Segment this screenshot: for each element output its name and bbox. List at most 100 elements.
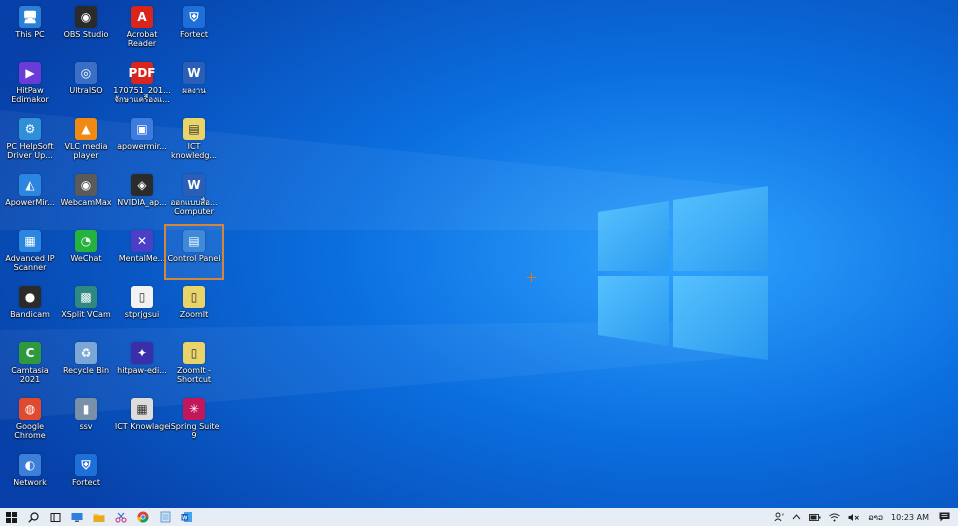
desktop-icon[interactable]: ◍ Google Chrome [2,394,58,446]
desktop-icon-glyph: ◉ [75,174,97,196]
desktop-icon[interactable]: ▦ ICT Knowlage [114,394,170,446]
desktop-icon-label: Control Panel [167,254,221,263]
desktop-icon-glyph: ▩ [75,286,97,308]
taskbar-app-snip[interactable] [110,508,132,526]
desktop-icon-label: Camtasia 2021 [11,366,49,384]
search-button[interactable] [22,508,44,526]
desktop-icon-label: ออกแบบสื่อ... Computer [170,198,218,216]
desktop-icon-label: iSpring Suite 9 [168,422,220,440]
desktop-icon[interactable]: ✦ hitpaw-edi... [114,338,170,390]
desktop-icon[interactable]: ▣ apowermir... [114,114,170,166]
desktop-icon-label: This PC [15,30,45,39]
taskbar-app-desktop[interactable] [66,508,88,526]
desktop-icon[interactable]: A Acrobat Reader [114,2,170,54]
desktop-icon-glyph: ⛨ [75,454,97,476]
start-button[interactable] [0,508,22,526]
desktop-icon-glyph: ▯ [183,342,205,364]
desktop-icon[interactable]: ▶ HitPaw Edimakor [2,58,58,110]
desktop-icon-label: NVIDIA_ap... [117,198,167,207]
desktop-icon[interactable]: ▯ ZoomIt [166,282,222,334]
battery-button[interactable] [805,508,825,526]
desktop-icon-label: Recycle Bin [62,366,110,375]
desktop-icon[interactable]: ▮ ssv [58,394,114,446]
svg-text:W: W [182,515,188,521]
taskbar: W R ລາວ 10:23 AM [0,508,958,526]
desktop-icon-label: PC HelpSoft Driver Up... [6,142,54,160]
desktop-icon-glyph: ◔ [75,230,97,252]
desktop-icon[interactable]: ▯ ZoomIt - Shortcut [166,338,222,390]
desktop-icon-label: WeChat [70,254,102,263]
desktop-icon[interactable]: ◐ Network [2,450,58,502]
battery-icon [809,513,821,521]
desktop-icon-label: ผลงาน [182,86,206,95]
word-icon: W [181,512,192,522]
desktop-icon[interactable]: ▤ ICT knowledg... [166,114,222,166]
desktop-icon-glyph: ✦ [131,342,153,364]
chrome-icon [137,511,149,523]
desktop-icon[interactable]: ◔ WeChat [58,226,114,278]
desktop-icon[interactable]: ◉ WebcamMax [58,170,114,222]
desktop-icon[interactable]: ▩ XSplit VCam [58,282,114,334]
desktop-icon[interactable]: ▲ VLC media player [58,114,114,166]
notepad-icon [160,511,170,523]
desktop-icon[interactable]: ◭ ApowerMir... [2,170,58,222]
desktop-icon[interactable]: ◉ OBS Studio [58,2,114,54]
desktop-icon-glyph: ◎ [75,62,97,84]
desktop-icon-label: ApowerMir... [5,198,55,207]
svg-text:R: R [782,512,784,517]
desktop-icon-glyph: PDF [129,62,155,84]
desktop-icon-glyph: ● [19,286,41,308]
desktop-icon-label: ICT knowledg... [170,142,218,160]
desktop-icon-glyph: ◈ [131,174,153,196]
desktop-icon[interactable]: ▦ Advanced IP Scanner [2,226,58,278]
desktop-icon-label: ICT Knowlage [114,422,170,431]
desktop-icon-glyph: ▯ [183,286,205,308]
desktop-icon-glyph: ▦ [19,230,41,252]
taskbar-app-word[interactable]: W [176,508,198,526]
desktop-icon[interactable]: ♻ Recycle Bin [58,338,114,390]
desktop-icon[interactable]: C Camtasia 2021 [2,338,58,390]
desktop-icon-glyph: ▦ [131,398,153,420]
taskbar-app-notepad[interactable] [154,508,176,526]
desktop-icon[interactable]: ✳ iSpring Suite 9 [166,394,222,446]
desktop-icon-label: hitpaw-edi... [117,366,167,375]
desktop-icon-glyph: 🖥 [19,6,41,28]
desktop-icon-glyph: ▤ [183,230,205,252]
show-hidden-icons-button[interactable] [788,508,805,526]
action-center-button[interactable] [933,508,958,526]
desktop-icon-label: Google Chrome [14,422,46,440]
desktop-icon[interactable]: ✕ MentalMe... [114,226,170,278]
desktop-icon-glyph: ⛨ [183,6,205,28]
desktop-icon-glyph: ▯ [131,286,153,308]
desktop-icon[interactable]: ◈ NVIDIA_ap... [114,170,170,222]
desktop-icon[interactable]: 🖥 This PC [2,2,58,54]
desktop-icon[interactable]: W ผลงาน [166,58,222,110]
taskbar-app-chrome[interactable] [132,508,154,526]
language-indicator[interactable]: ລາວ [864,508,887,526]
desktop-icon[interactable]: ▯ stprjgsui [114,282,170,334]
network-button[interactable] [825,508,844,526]
desktop-icon-label: HitPaw Edimakor [11,86,49,104]
task-view-button[interactable] [44,508,66,526]
desktop-icon-glyph: W [183,174,205,196]
desktop-icon[interactable]: ⛨ Fortect [58,450,114,502]
desktop-icon-label: MentalMe... [118,254,166,263]
desktop-icon[interactable]: ⛨ Fortect [166,2,222,54]
desktop-icon[interactable]: ⚙ PC HelpSoft Driver Up... [2,114,58,166]
desktop-icon-glyph: ▶ [19,62,41,84]
desktop-icon-glyph: ◐ [19,454,41,476]
desktop-icon-label: OBS Studio [63,30,109,39]
clock[interactable]: 10:23 AM [887,508,933,526]
desktop-icon[interactable]: ◎ UltraISO [58,58,114,110]
desktop-icon[interactable]: W ออกแบบสื่อ... Computer [166,170,222,222]
desktop-icon-glyph: ⚙ [19,118,41,140]
people-button[interactable]: R [770,508,788,526]
system-tray: R ລາວ 10:23 AM [770,508,958,526]
snip-icon [115,512,127,523]
taskbar-app-file-explorer[interactable] [88,508,110,526]
desktop-icon[interactable]: ▤ Control Panel [164,224,224,280]
desktop-icon[interactable]: PDF 170751_201... จักษาแครื่องแ... [113,58,171,110]
volume-button[interactable] [844,508,864,526]
desktop-icon-label: ssv [79,422,93,431]
desktop-icon[interactable]: ● Bandicam [2,282,58,334]
